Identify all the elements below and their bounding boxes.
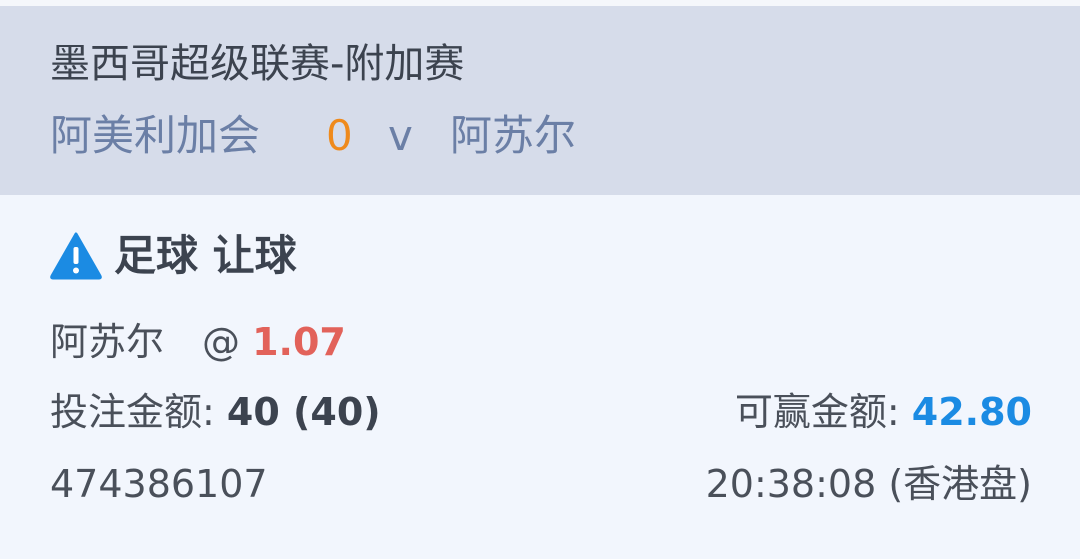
- market-row: 足球 让球: [50, 230, 297, 282]
- away-team: 阿苏尔: [450, 111, 577, 160]
- ticket-id: 474386107: [50, 462, 268, 506]
- win-value: 42.80: [911, 390, 1032, 434]
- odds-value: 1.07: [252, 320, 346, 364]
- win-amount: 可赢金额: 42.80: [735, 388, 1032, 436]
- selection-team: 阿苏尔: [50, 320, 165, 364]
- warning-icon: [50, 232, 102, 280]
- versus-label: v: [388, 111, 413, 160]
- stake-label: 投注金额:: [50, 390, 215, 434]
- bet-time: 20:38:08 (香港盘): [705, 462, 1032, 506]
- at-symbol: @: [202, 320, 241, 364]
- league-title: 墨西哥超级联赛-附加赛: [50, 41, 465, 87]
- market-name: 足球 让球: [114, 231, 297, 280]
- home-team: 阿美利加会: [50, 111, 261, 160]
- win-label: 可赢金额:: [734, 390, 900, 434]
- score: 0: [326, 111, 353, 160]
- match-header: [0, 6, 1080, 195]
- stake-value: 40 (40): [226, 390, 381, 434]
- selection-row: 阿苏尔 @ 1.07: [50, 318, 346, 366]
- meta-row: 474386107 20:38:08 (香港盘): [50, 460, 1032, 508]
- matchup: 阿美利加会 0 v 阿苏尔: [50, 108, 576, 164]
- bet-card: 墨西哥超级联赛-附加赛 阿美利加会 0 v 阿苏尔 足球 让球 阿苏尔 @ 1.07 投…: [0, 0, 1080, 559]
- amount-row: 投注金额: 40 (40) 可赢金额: 42.80: [50, 388, 1032, 436]
